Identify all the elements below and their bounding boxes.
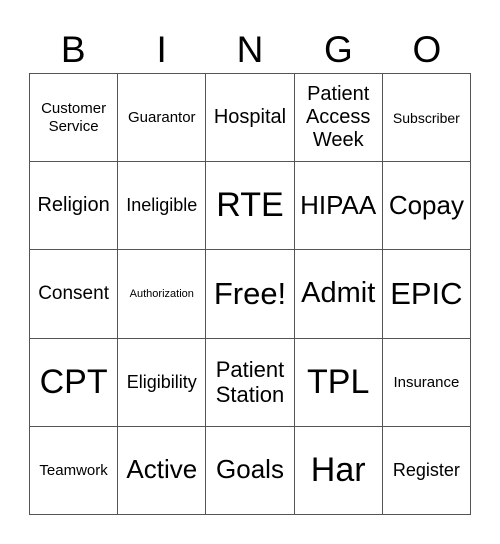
bingo-cell[interactable]: HIPAA [294, 162, 383, 251]
bingo-cell[interactable]: Copay [382, 162, 471, 251]
bingo-cell[interactable]: Admit [294, 250, 383, 339]
bingo-cell[interactable]: Hospital [206, 74, 295, 163]
bingo-cell[interactable]: Patient Access Week [294, 74, 383, 163]
bingo-cell[interactable]: Teamwork [30, 426, 119, 515]
bingo-cell[interactable]: Free! [206, 250, 295, 339]
bingo-cell[interactable]: Religion [30, 162, 119, 251]
bingo-cell[interactable]: Insurance [382, 338, 471, 427]
header-letter-b: B [60, 29, 86, 70]
bingo-cell[interactable]: Goals [206, 426, 295, 515]
bingo-cell[interactable]: Har [294, 426, 383, 515]
bingo-cell[interactable]: Patient Station [206, 338, 295, 427]
header-letter-i: I [156, 29, 167, 70]
bingo-cell[interactable]: CPT [30, 338, 119, 427]
bingo-cell[interactable]: RTE [206, 162, 295, 251]
bingo-cell[interactable]: EPIC [382, 250, 471, 339]
bingo-cell[interactable]: Register [382, 426, 471, 515]
bingo-header: B I N G O [29, 28, 471, 72]
header-letter-o: O [412, 29, 442, 70]
bingo-cell[interactable]: Consent [30, 250, 119, 339]
bingo-cell[interactable]: Active [118, 426, 207, 515]
bingo-cell[interactable]: Ineligible [118, 162, 207, 251]
bingo-cell[interactable]: Authorization [118, 250, 207, 339]
header-letter-n: N [236, 29, 264, 70]
bingo-cell[interactable]: Customer Service [30, 74, 119, 163]
bingo-cell[interactable]: Guarantor [118, 74, 207, 163]
bingo-cell[interactable]: Eligibility [118, 338, 207, 427]
bingo-grid: Customer Service Guarantor Hospital Patient… [29, 73, 471, 515]
bingo-cell[interactable]: TPL [294, 338, 383, 427]
bingo-cell[interactable]: Subscriber [382, 74, 471, 163]
header-letter-g: G [324, 29, 353, 70]
